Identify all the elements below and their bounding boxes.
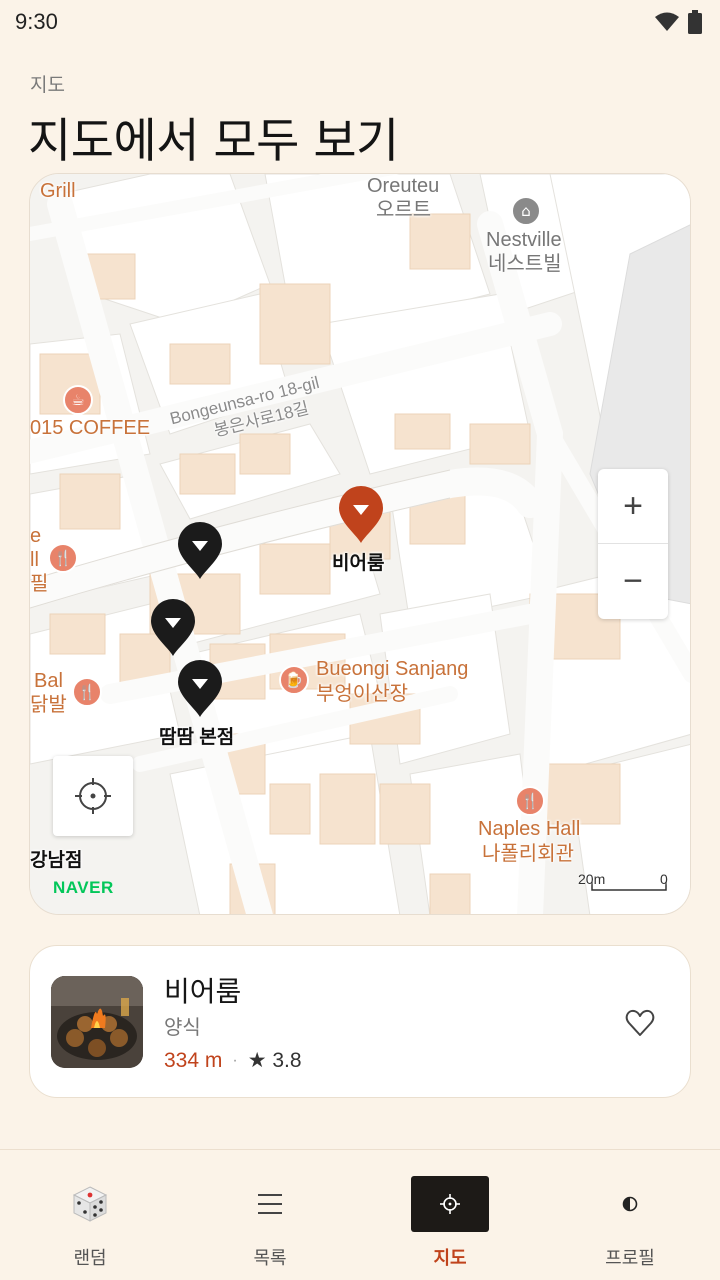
- nav-label: 프로필: [605, 1248, 655, 1269]
- map-pin-ttamttam[interactable]: [177, 660, 223, 718]
- map-label-coffee: 015 COFFEE: [30, 417, 151, 439]
- map-label-pil-fragment: 필: [30, 573, 49, 595]
- dice-icon: [72, 1186, 108, 1222]
- place-category: 양식: [164, 1015, 201, 1039]
- map-label-oreuteu-en: Oreuteu: [367, 175, 440, 197]
- building-icon[interactable]: ⌂: [511, 196, 541, 226]
- status-icons: [654, 10, 702, 34]
- nav-icon-container: [411, 1176, 489, 1232]
- restaurant-icon[interactable]: 🍴: [515, 786, 545, 816]
- map-label-ll-fragment: ll: [30, 549, 39, 571]
- nav-item-random[interactable]: 랜덤: [0, 1150, 180, 1280]
- map-label-grill: Grill: [40, 180, 76, 202]
- map-pin[interactable]: [150, 599, 196, 657]
- place-name: 비어룸: [164, 975, 242, 1008]
- zoom-controls: + −: [598, 469, 668, 619]
- meta-separator: ·: [232, 1051, 238, 1069]
- nav-icon-container: [591, 1176, 669, 1232]
- restaurant-icon[interactable]: 🍴: [48, 543, 78, 573]
- scale-label-right: 0: [660, 871, 668, 887]
- place-meta: 334 m · ★ 3.8: [164, 1048, 302, 1073]
- map-pin-ttamttam-label: 땀땀 본점: [159, 727, 235, 748]
- nav-icon-container: [51, 1176, 129, 1232]
- map-label-naples-ko: 나폴리회관: [482, 843, 574, 865]
- page-title: 지도에서 모두 보기: [28, 114, 399, 169]
- map-label-bueongi-en: Bueongi Sanjang: [316, 658, 469, 680]
- favorite-button[interactable]: [620, 1003, 660, 1043]
- map-pin-selected[interactable]: [338, 486, 384, 544]
- zoom-in-button[interactable]: +: [598, 469, 668, 544]
- map-label-bueongi-ko: 부엉이산장: [316, 683, 408, 705]
- status-time: 9:30: [15, 9, 58, 34]
- map-label-bal-en: Bal: [34, 670, 63, 692]
- status-bar: 9:30: [0, 0, 720, 44]
- map-label-gangnam: 강남점: [30, 850, 83, 871]
- map-label-oreuteu-ko: 오르트: [376, 199, 432, 221]
- map-label-e-fragment: e: [30, 525, 42, 547]
- nav-label: 지도: [433, 1248, 467, 1269]
- heart-outline-icon: [625, 1009, 655, 1036]
- place-card[interactable]: 비어룸 양식 334 m · ★ 3.8: [29, 945, 691, 1098]
- map-label-nestville-en: Nestville: [486, 229, 562, 251]
- place-distance: 334 m: [164, 1048, 223, 1072]
- place-rating: ★ 3.8: [247, 1049, 302, 1072]
- map-label-naples-en: Naples Hall: [478, 818, 581, 840]
- zoom-out-button[interactable]: −: [598, 544, 668, 619]
- nav-label: 랜덤: [73, 1248, 107, 1269]
- half-circle-icon: [622, 1196, 638, 1212]
- place-thumbnail: [51, 976, 143, 1068]
- nav-item-list[interactable]: 목록: [180, 1150, 360, 1280]
- list-icon: [258, 1194, 282, 1214]
- map-view[interactable]: Grill Oreuteu 오르트 ⌂ Nestville 네스트빌 Bonge…: [29, 173, 691, 915]
- naver-logo[interactable]: NAVER: [53, 878, 114, 898]
- scale-label-left: 20m: [578, 871, 606, 887]
- battery-icon: [688, 10, 702, 34]
- map-pin-selected-label: 비어룸: [332, 553, 385, 574]
- page-eyebrow: 지도: [30, 74, 65, 96]
- map-pin[interactable]: [177, 522, 223, 580]
- map-label-bal-ko: 닭발: [30, 694, 67, 716]
- nav-item-map[interactable]: 지도: [360, 1150, 540, 1280]
- nav-item-profile[interactable]: 프로필: [540, 1150, 720, 1280]
- current-location-button[interactable]: [53, 756, 133, 836]
- wifi-icon: [655, 12, 679, 31]
- nav-icon-container: [231, 1176, 309, 1232]
- restaurant-icon[interactable]: 🍴: [72, 677, 102, 707]
- crosshair-icon: [75, 778, 111, 814]
- map-label-nestville-ko: 네스트빌: [488, 253, 562, 275]
- coffee-icon[interactable]: ☕: [63, 385, 93, 415]
- crosshair-icon: [440, 1194, 460, 1214]
- pub-icon[interactable]: 🍺: [279, 665, 309, 695]
- nav-label: 목록: [253, 1248, 287, 1269]
- bottom-navigation: 랜덤 목록 지도 프로필: [0, 1149, 720, 1280]
